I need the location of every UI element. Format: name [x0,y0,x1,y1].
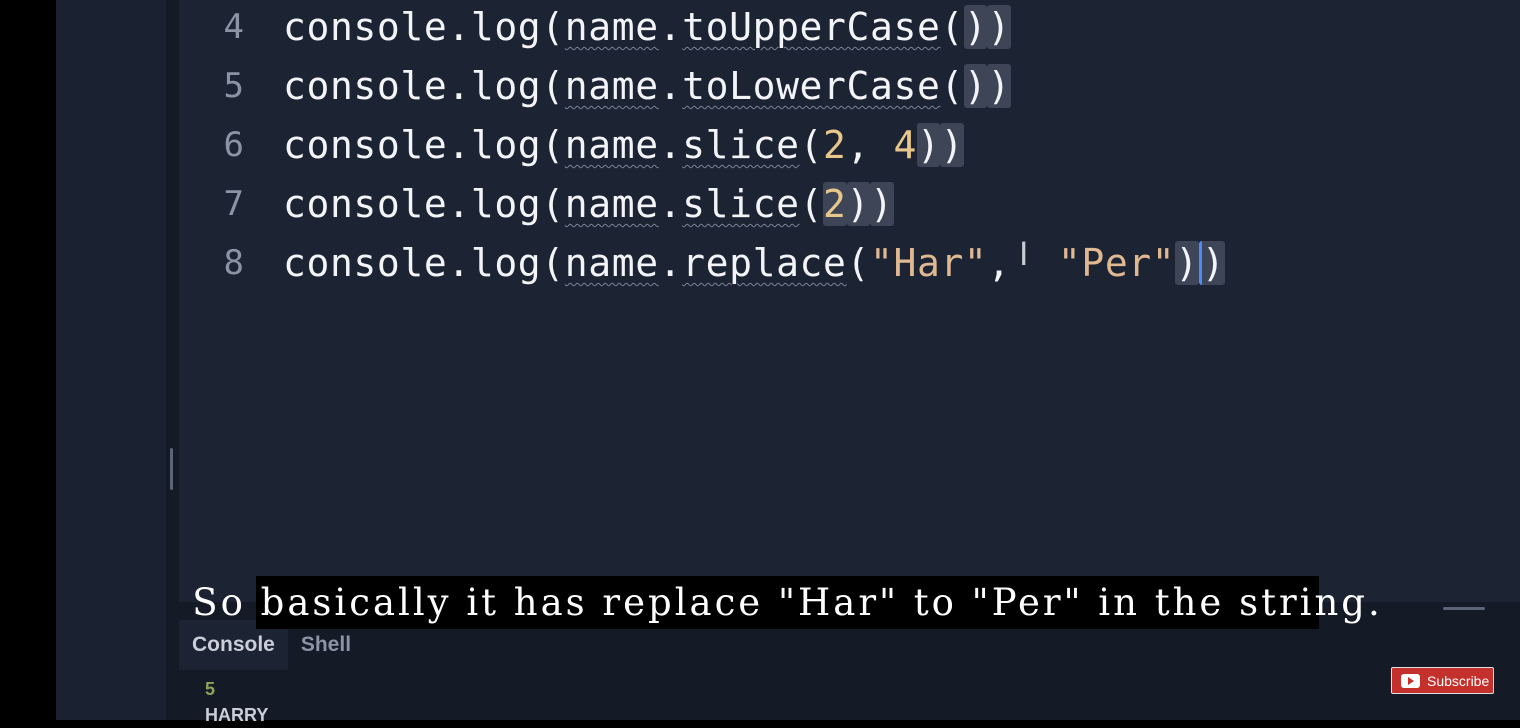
code-text[interactable]: console.log(name.toUpperCase()) [283,5,1011,49]
line-number: 5 [223,66,244,106]
code-editor[interactable]: 4 console.log(name.toUpperCase()) 5 cons… [179,0,1520,602]
video-letterbox [0,0,56,720]
line-number: 4 [223,7,244,47]
code-text[interactable]: console.log(name.replace("Har", "Per")) [283,241,1226,285]
subscribe-button[interactable]: Subscribe [1391,667,1494,694]
subscribe-label: Subscribe [1427,672,1490,689]
line-number: 8 [223,243,244,283]
code-text[interactable]: console.log(name.toLowerCase()) [283,64,1011,108]
youtube-play-icon [1401,673,1420,688]
panel-collapse-handle[interactable] [1443,607,1485,610]
console-output-line: 5 [205,679,216,699]
file-tree-panel [56,0,166,720]
resize-handle[interactable] [170,448,173,490]
code-text[interactable]: console.log(name.slice(2, 4)) [283,123,964,167]
line-number: 7 [223,184,244,224]
panel-divider [166,0,179,720]
code-text[interactable]: console.log(name.slice(2)) [283,182,894,226]
text-cursor-icon: I [1019,235,1029,273]
line-number: 6 [223,125,244,165]
console-output-line: HARRY [205,705,269,725]
console-output: 5 HARRY [205,676,268,728]
video-caption: So basically it has replace "Har" to "Pe… [192,576,1380,629]
